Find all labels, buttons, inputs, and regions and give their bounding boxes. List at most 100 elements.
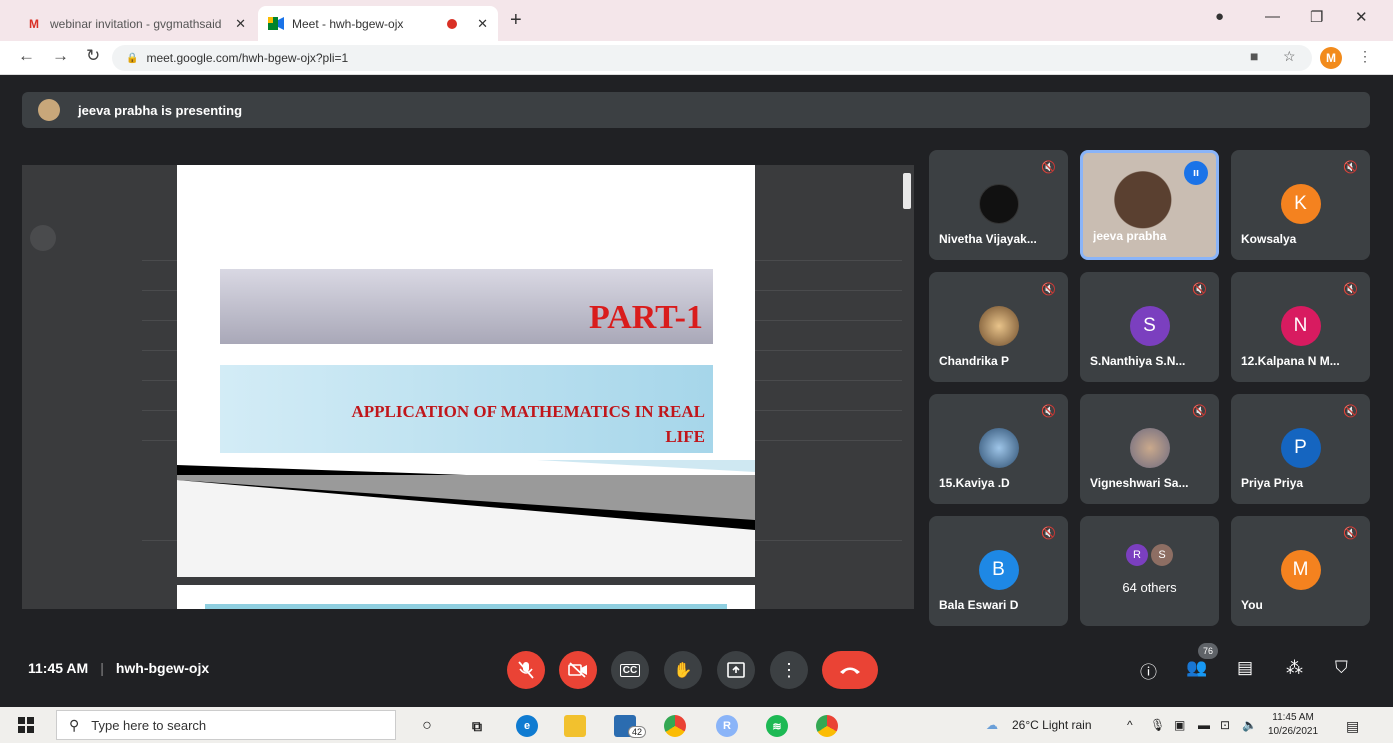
participant-name: Kowsalya: [1241, 232, 1297, 246]
volume-icon[interactable]: 🔈: [1242, 718, 1257, 732]
chrome-icon-2[interactable]: [816, 715, 838, 737]
participant-avatar-image: [978, 428, 1019, 468]
url-text: meet.google.com/hwh-bgew-ojx?pli=1: [146, 51, 349, 65]
scrollbar[interactable]: [903, 173, 911, 209]
presentation-slide: PART-1 APPLICATION OF MATHEMATICS IN REA…: [177, 165, 755, 577]
address-bar: ← → ↻ 🔒 meet.google.com/hwh-bgew-ojx?pli…: [0, 41, 1393, 75]
people-icon[interactable]: 👥: [1186, 658, 1207, 678]
restore-icon[interactable]: ❐: [1310, 8, 1323, 26]
back-icon[interactable]: ←: [18, 46, 35, 66]
search-placeholder: Type here to search: [91, 717, 207, 733]
present-screen-icon: [727, 662, 745, 678]
participant-tile[interactable]: 🔇 Nivetha Vijayak...: [929, 150, 1068, 260]
chrome-menu-icon[interactable]: ⋮: [1358, 48, 1372, 65]
lock-icon: 🔒: [126, 52, 139, 64]
others-avatar: S: [1151, 544, 1173, 566]
windows-taskbar: ⚲ Type here to search ○ ⧉ e 42 R ≋ ☁ 26°…: [0, 707, 1393, 743]
windows-start-icon[interactable]: [18, 717, 34, 733]
tab-meet[interactable]: Meet - hwh-bgew-ojx ✕: [258, 6, 498, 41]
mic-off-icon: 🔇: [1343, 160, 1358, 174]
others-avatar: R: [1126, 544, 1148, 566]
notifications-icon[interactable]: ▤: [1346, 718, 1359, 735]
slide-subtitle-line1: APPLICATION OF MATHEMATICS IN REAL: [351, 402, 705, 421]
weather-text[interactable]: 26°C Light rain: [1012, 718, 1092, 732]
participant-tile[interactable]: P 🔇 Priya Priya: [1231, 394, 1370, 504]
close-window-icon[interactable]: ✕: [1355, 8, 1368, 26]
raise-hand-button[interactable]: ✋: [664, 651, 702, 689]
chat-icon[interactable]: ▤: [1237, 658, 1253, 678]
people-count-badge: 76: [1198, 643, 1218, 659]
presenting-text: jeeva prabha is presenting: [78, 102, 243, 118]
participant-tile[interactable]: 🔇 Vigneshwari Sa...: [1080, 394, 1219, 504]
mic-off-button[interactable]: [507, 651, 545, 689]
close-tab-icon[interactable]: ✕: [235, 16, 246, 32]
close-tab-icon[interactable]: ✕: [477, 16, 488, 32]
participant-tile[interactable]: 🔇 15.Kaviya .D: [929, 394, 1068, 504]
participant-tile[interactable]: 🔇 Chandrika P: [929, 272, 1068, 382]
present-button[interactable]: [717, 651, 755, 689]
show-hidden-icons[interactable]: ^: [1127, 718, 1133, 732]
participant-avatar: K: [1280, 184, 1321, 224]
mic-off-icon: 🔇: [1343, 526, 1358, 540]
participant-avatar-image: [978, 184, 1019, 224]
cortana-icon[interactable]: ○: [416, 715, 438, 737]
activities-icon[interactable]: ⁂: [1286, 658, 1303, 678]
camera-in-use-icon[interactable]: ■: [1250, 48, 1258, 64]
mic-off-icon: 🔇: [1041, 404, 1056, 418]
leave-call-button[interactable]: [822, 651, 878, 689]
hang-up-icon: [840, 667, 860, 674]
meet-tray-icon[interactable]: ▣: [1174, 718, 1185, 732]
participant-tile[interactable]: K 🔇 Kowsalya: [1231, 150, 1370, 260]
spotify-icon[interactable]: ≋: [766, 715, 788, 737]
tab-title: webinar invitation - gvgmathsaid: [50, 16, 222, 31]
bookmark-star-icon[interactable]: ☆: [1283, 48, 1296, 65]
separator: |: [100, 660, 104, 676]
profile-avatar[interactable]: M: [1320, 47, 1342, 69]
network-icon[interactable]: ⊡: [1220, 718, 1230, 732]
chrome-profile-icon[interactable]: R: [716, 715, 738, 737]
meeting-code: hwh-bgew-ojx: [115, 660, 210, 676]
minimize-icon[interactable]: —: [1265, 8, 1280, 25]
clock-date: 10/26/2021: [1268, 726, 1319, 737]
reload-icon[interactable]: ↻: [86, 46, 100, 66]
captions-button[interactable]: CC: [611, 651, 649, 689]
participant-tile-speaking[interactable]: ıı jeeva prabha: [1080, 150, 1219, 260]
participant-tile[interactable]: N 🔇 12.Kalpana N M...: [1231, 272, 1370, 382]
participant-tile[interactable]: S 🔇 S.Nanthiya S.N...: [1080, 272, 1219, 382]
others-tile[interactable]: R S 64 others: [1080, 516, 1219, 626]
camera-off-icon: [568, 662, 587, 678]
battery-icon[interactable]: ▬: [1198, 718, 1210, 732]
tab-search-icon[interactable]: ●: [1215, 8, 1224, 25]
camera-off-button[interactable]: [559, 651, 597, 689]
meeting-time: 11:45 AM: [28, 660, 89, 676]
participant-name: Nivetha Vijayak...: [939, 232, 1037, 246]
tab-gmail[interactable]: M webinar invitation - gvgmathsaid ✕: [16, 6, 256, 41]
slide-decoration: [177, 460, 755, 577]
chrome-icon[interactable]: [664, 715, 686, 737]
presenting-banner: jeeva prabha is presenting: [22, 92, 1370, 128]
participant-name: 15.Kaviya .D: [939, 476, 1010, 490]
file-explorer-icon[interactable]: [564, 715, 586, 737]
forward-icon[interactable]: →: [52, 46, 69, 66]
speaking-indicator-icon: ıı: [1184, 161, 1208, 185]
url-input[interactable]: 🔒 meet.google.com/hwh-bgew-ojx?pli=1: [112, 45, 1312, 71]
presenter-avatar: [38, 99, 60, 121]
participant-name: Priya Priya: [1241, 476, 1304, 490]
mic-off-icon: 🔇: [1192, 404, 1207, 418]
participant-tile[interactable]: B 🔇 Bala Eswari D: [929, 516, 1068, 626]
new-tab-button[interactable]: +: [510, 9, 522, 32]
captions-icon: CC: [619, 663, 641, 677]
self-tile[interactable]: M 🔇 You: [1231, 516, 1370, 626]
task-view-icon[interactable]: ⧉: [466, 715, 488, 737]
taskbar-clock[interactable]: 11:45 AM 10/26/2021: [1268, 711, 1318, 739]
taskbar-search-input[interactable]: ⚲ Type here to search: [56, 710, 396, 740]
more-options-button[interactable]: ⋮: [770, 651, 808, 689]
microphone-tray-icon[interactable]: 🎙: [1150, 718, 1165, 732]
search-icon: ⚲: [69, 716, 80, 733]
host-controls-icon[interactable]: ⛉: [1335, 658, 1348, 678]
meeting-details-icon[interactable]: ⓘ: [1140, 658, 1157, 683]
participant-avatar: B: [978, 550, 1019, 590]
mic-off-icon: 🔇: [1041, 282, 1056, 296]
mail-badge: 42: [628, 726, 647, 738]
edge-icon[interactable]: e: [516, 715, 538, 737]
